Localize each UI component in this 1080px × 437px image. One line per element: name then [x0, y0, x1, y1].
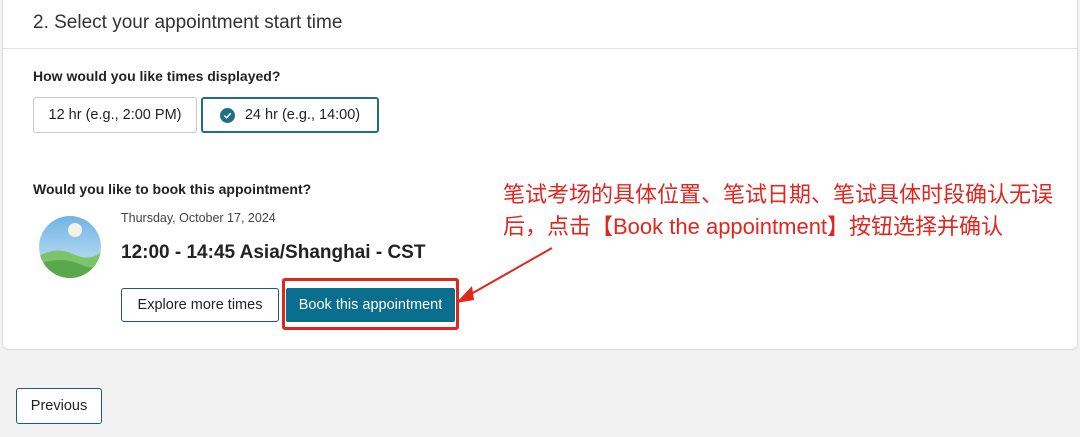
appointment-time: 12:00 - 14:45 Asia/Shanghai - CST — [121, 242, 426, 263]
format-12hr-label: 12 hr (e.g., 2:00 PM) — [48, 107, 182, 123]
format-24hr-button[interactable]: 24 hr (e.g., 14:00) — [201, 97, 379, 133]
format-24hr-label: 24 hr (e.g., 14:00) — [244, 107, 361, 123]
divider — [3, 48, 1077, 49]
appointment-date: Thursday, October 17, 2024 — [121, 211, 276, 225]
highlight-box — [282, 278, 459, 330]
section-title: 2. Select your appointment start time — [33, 12, 343, 33]
avatar — [39, 216, 101, 278]
annotation-text: 笔试考场的具体位置、笔试日期、笔试具体时段确认无误后，点击【Book the a… — [503, 182, 1054, 239]
booking-question: Would you like to book this appointment? — [33, 181, 312, 197]
previous-button[interactable]: Previous — [16, 388, 102, 424]
annotation-arrow-icon — [456, 247, 553, 303]
check-icon — [219, 107, 235, 123]
time-format-question: How would you like times displayed? — [33, 68, 281, 84]
format-12hr-button[interactable]: 12 hr (e.g., 2:00 PM) — [33, 97, 197, 133]
explore-more-times-button[interactable]: Explore more times — [121, 288, 279, 322]
